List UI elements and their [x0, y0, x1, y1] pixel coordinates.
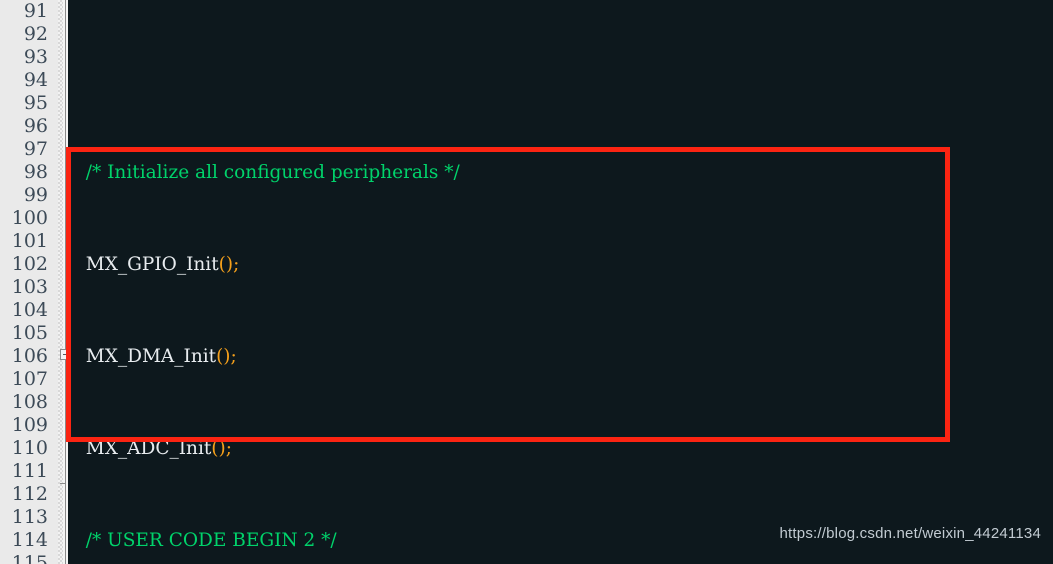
line-number: 108 [11, 391, 48, 413]
line-number: 101 [11, 230, 48, 252]
fold-guide-line-lower [65, 345, 66, 564]
line-number: 95 [23, 92, 48, 114]
line-number: 107 [11, 368, 48, 390]
line-numbers-list: 91 92 93 94 95 96 97 98 99 100 101 102 1… [0, 0, 52, 564]
line-number: 94 [23, 69, 48, 91]
line-number: 102 [11, 253, 48, 275]
code-text-area[interactable]: /* Initialize all configured peripherals… [68, 0, 1053, 564]
code-line: MX_GPIO_Init(); [68, 253, 1053, 276]
line-number: 109 [11, 414, 48, 436]
line-number: 98 [23, 161, 48, 183]
comment-token: /* USER CODE BEGIN 2 */ [74, 530, 337, 551]
line-number: 113 [11, 506, 48, 528]
line-number: 97 [23, 138, 48, 160]
punctuation-token: (); [211, 438, 232, 459]
line-number: 99 [23, 184, 48, 206]
line-number: 115 [11, 552, 48, 564]
line-number: 110 [11, 437, 48, 459]
code-line: /* Initialize all configured peripherals… [68, 161, 1053, 184]
line-number: 105 [11, 322, 48, 344]
code-line: MX_DMA_Init(); [68, 345, 1053, 368]
code-fold-collapse-icon[interactable] [60, 349, 71, 360]
code-editor-screenshot: 91 92 93 94 95 96 97 98 99 100 101 102 1… [0, 0, 1053, 564]
code-line: MX_ADC_Init(); [68, 437, 1053, 460]
line-number: 112 [11, 483, 48, 505]
line-number: 93 [23, 46, 48, 68]
punctuation-token: (); [216, 346, 237, 367]
identifier-token: MX_GPIO_Init [74, 254, 219, 275]
line-number: 100 [11, 207, 48, 229]
punctuation-token: (); [218, 254, 240, 275]
line-number: 106 [11, 345, 48, 367]
identifier-token: MX_DMA_Init [74, 346, 217, 367]
line-number: 91 [23, 0, 48, 22]
line-number: 114 [11, 529, 48, 551]
fold-region-end-tick [60, 483, 66, 484]
line-number: 96 [23, 115, 48, 137]
line-number: 104 [11, 299, 48, 321]
comment-token: /* Initialize all configured peripherals… [74, 162, 460, 183]
line-number: 92 [23, 23, 48, 45]
identifier-token: MX_ADC_Init [74, 438, 212, 459]
line-number: 103 [11, 276, 48, 298]
line-number: 111 [11, 460, 48, 482]
fold-guide-line-upper [65, 0, 66, 345]
watermark-url: https://blog.csdn.net/weixin_44241134 [779, 525, 1041, 542]
